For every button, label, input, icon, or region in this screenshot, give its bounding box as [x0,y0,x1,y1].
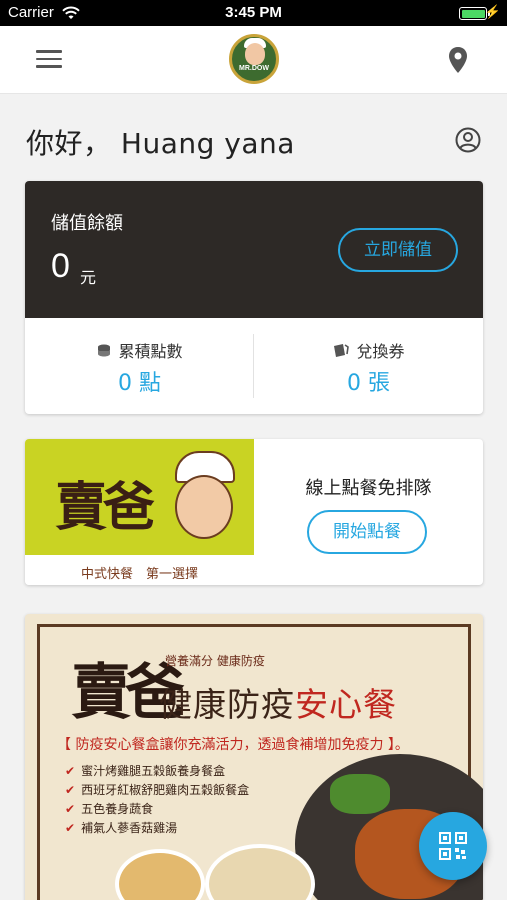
list-item: 補氣人蔘香菇雞湯 [65,819,249,838]
list-item: 蜜汁烤雞腿五穀飯養身餐盒 [65,762,249,781]
wallet-card: 儲值餘額 0 元 立即儲值 累積點數 0 點 兌換券 0 張 [25,181,483,414]
chef-face-shape [245,43,265,65]
promo-description: 【 防疫安心餐盒讓你充滿活力，透過食補增加免疫力 】。 [57,737,409,753]
logo-text: MR.DOW [239,65,269,72]
balance-label: 儲值餘額 [51,213,123,234]
coupons-label-row: 兌換券 [254,338,483,362]
promo-subtitle: 營養滿分 健康防疫 [165,654,265,668]
promo-banner[interactable]: 賣爸 營養滿分 健康防疫 健康防疫安心餐 【 防疫安心餐盒讓你充滿活力，透過食補… [25,614,483,900]
battery-icon [459,7,490,20]
online-order-card: 賣爸 中式快餐 第一選擇 線上點餐免排隊 開始點餐 [25,439,483,585]
balance-value: 0 [51,247,70,285]
coupons-label: 兌換券 [356,342,405,361]
list-item: 五色養身蔬食 [65,800,249,819]
status-time: 3:45 PM [225,4,282,21]
qr-code-icon [439,832,467,860]
promo-headline-red: 安心餐 [295,685,397,724]
coins-icon [98,344,111,357]
promo-item-list: 蜜汁烤雞腿五穀飯養身餐盒 西班牙紅椒舒肥雞肉五穀飯餐盒 五色養身蔬食 補氣人蔘香… [65,762,249,838]
balance-unit: 元 [80,268,97,287]
points-stat[interactable]: 累積點數 0 點 [25,318,254,414]
brand-tagline: 中式快餐 第一選擇 [80,567,198,582]
coupons-stat[interactable]: 兌換券 0 張 [254,318,483,414]
charging-bolt-icon: ⚡ [484,4,501,19]
order-card-title: 線上點餐免排隊 [305,478,432,499]
battery-level [461,9,485,18]
points-label: 累積點數 [118,342,183,361]
balance-panel: 儲值餘額 0 元 立即儲值 [25,181,483,318]
coupons-value: 0 張 [347,371,390,396]
brand-logo[interactable]: MR.DOW [229,34,279,84]
user-circle-icon[interactable] [455,127,481,153]
list-item: 西班牙紅椒舒肥雞肉五穀飯餐盒 [65,781,249,800]
promo-headline-plain: 健康防疫 [159,685,295,724]
greeting-text: 你好， Huang yana [26,127,295,160]
brand-calligraphy: 賣爸 [55,477,155,538]
ticket-icon [334,344,350,357]
top-navbar: MR.DOW [0,26,507,94]
chef-face-shape [175,475,233,539]
promo-headline: 健康防疫安心餐 [159,678,397,726]
map-pin-icon[interactable] [447,46,469,74]
start-order-button[interactable]: 開始點餐 [307,510,427,554]
points-label-row: 累積點數 [25,338,254,362]
topup-button[interactable]: 立即儲值 [338,228,458,272]
qr-code-button[interactable] [419,812,487,880]
vegetable-image [330,774,390,814]
points-value: 0 點 [118,371,161,396]
wallet-stats: 累積點數 0 點 兌換券 0 張 [25,318,483,414]
status-bar: Carrier 3:45 PM ⚡ [0,0,507,26]
hamburger-menu-icon[interactable] [36,50,62,70]
order-brand-image: 賣爸 中式快餐 第一選擇 [25,439,254,585]
